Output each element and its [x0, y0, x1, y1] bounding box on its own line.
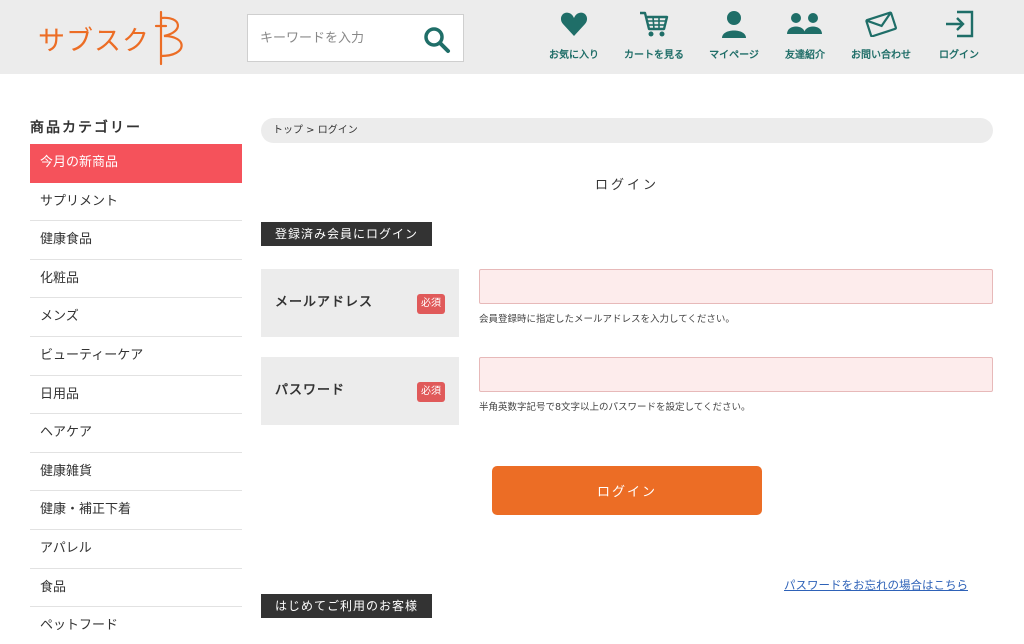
- sidebar-item-health-goods[interactable]: 健康雑貨: [30, 453, 242, 492]
- email-field[interactable]: [479, 269, 993, 304]
- person-icon: [722, 11, 746, 38]
- sidebar-item-food[interactable]: 食品: [30, 569, 242, 608]
- cart-icon: [640, 11, 669, 37]
- nav-favorites-label: お気に入り: [549, 50, 599, 61]
- search-icon[interactable]: [423, 26, 451, 54]
- breadcrumb-current: ログイン: [317, 125, 358, 136]
- password-field[interactable]: [479, 357, 993, 392]
- sidebar-item-cosmetics[interactable]: 化粧品: [30, 260, 242, 299]
- sidebar-item-beauty-care[interactable]: ビューティーケア: [30, 337, 242, 376]
- sidebar-item-underwear[interactable]: 健康・補正下着: [30, 491, 242, 530]
- sidebar-item-daily-goods[interactable]: 日用品: [30, 376, 242, 415]
- login-icon: [946, 10, 974, 38]
- nav-cart[interactable]: カートを見る: [622, 8, 686, 66]
- envelope-icon: [865, 11, 897, 37]
- login-button[interactable]: ログイン: [492, 466, 762, 515]
- breadcrumb-separator: >: [303, 125, 318, 136]
- sidebar-item-mens[interactable]: メンズ: [30, 298, 242, 337]
- nav-login-label: ログイン: [939, 50, 979, 61]
- nav-referral[interactable]: 友達紹介: [780, 8, 830, 66]
- email-help-text: 会員登録時に指定したメールアドレスを入力してください。: [479, 314, 735, 325]
- nav-mypage[interactable]: マイページ: [707, 8, 761, 66]
- nav-referral-label: 友達紹介: [785, 50, 825, 61]
- registered-member-heading: 登録済み会員にログイン: [261, 222, 433, 246]
- nav-contact[interactable]: お問い合わせ: [848, 8, 914, 66]
- email-label-box: メールアドレス 必須: [261, 269, 459, 337]
- two-people-icon: [787, 13, 822, 34]
- email-label: メールアドレス: [275, 295, 374, 310]
- sidebar-item-pet-food[interactable]: ペットフード: [30, 607, 242, 644]
- nav-contact-label: お問い合わせ: [851, 50, 911, 61]
- password-label-box: パスワード 必須: [261, 357, 459, 425]
- heart-icon: [560, 12, 588, 36]
- page-title: ログイン: [594, 178, 659, 193]
- sidebar-item-apparel[interactable]: アパレル: [30, 530, 242, 569]
- category-sidebar: 商品カテゴリー 今月の新商品 サプリメント 健康食品 化粧品 メンズ ビューティ…: [30, 116, 242, 644]
- site-header: サブスク お気に入り: [0, 0, 1024, 74]
- logo-text: サブスク: [38, 25, 150, 57]
- nav-mypage-label: マイページ: [709, 50, 759, 61]
- nav-favorites[interactable]: お気に入り: [548, 8, 600, 66]
- site-logo[interactable]: サブスク: [38, 10, 188, 66]
- required-badge: 必須: [417, 294, 445, 314]
- nav-login[interactable]: ログイン: [936, 8, 982, 66]
- breadcrumb-home-link[interactable]: トップ: [273, 125, 303, 136]
- sidebar-item-hair-care[interactable]: ヘアケア: [30, 414, 242, 453]
- forgot-password-link[interactable]: パスワードをお忘れの場合はこちら: [784, 577, 968, 593]
- breadcrumb: トップ > ログイン: [261, 118, 993, 143]
- sidebar-item-health-food[interactable]: 健康食品: [30, 221, 242, 260]
- first-time-heading: はじめてご利用のお客様: [261, 594, 433, 618]
- sidebar-item-new-this-month[interactable]: 今月の新商品: [30, 144, 242, 183]
- password-help-text: 半角英数字記号で8文字以上のパスワードを設定してください。: [479, 402, 751, 413]
- password-label: パスワード: [275, 383, 346, 398]
- sidebar-item-supplements[interactable]: サプリメント: [30, 183, 242, 222]
- logo-b-mark: [154, 10, 183, 66]
- search-box: [247, 14, 464, 62]
- required-badge: 必須: [417, 382, 445, 402]
- nav-cart-label: カートを見る: [624, 50, 684, 61]
- sidebar-title: 商品カテゴリー: [30, 120, 142, 136]
- search-input[interactable]: [260, 30, 420, 46]
